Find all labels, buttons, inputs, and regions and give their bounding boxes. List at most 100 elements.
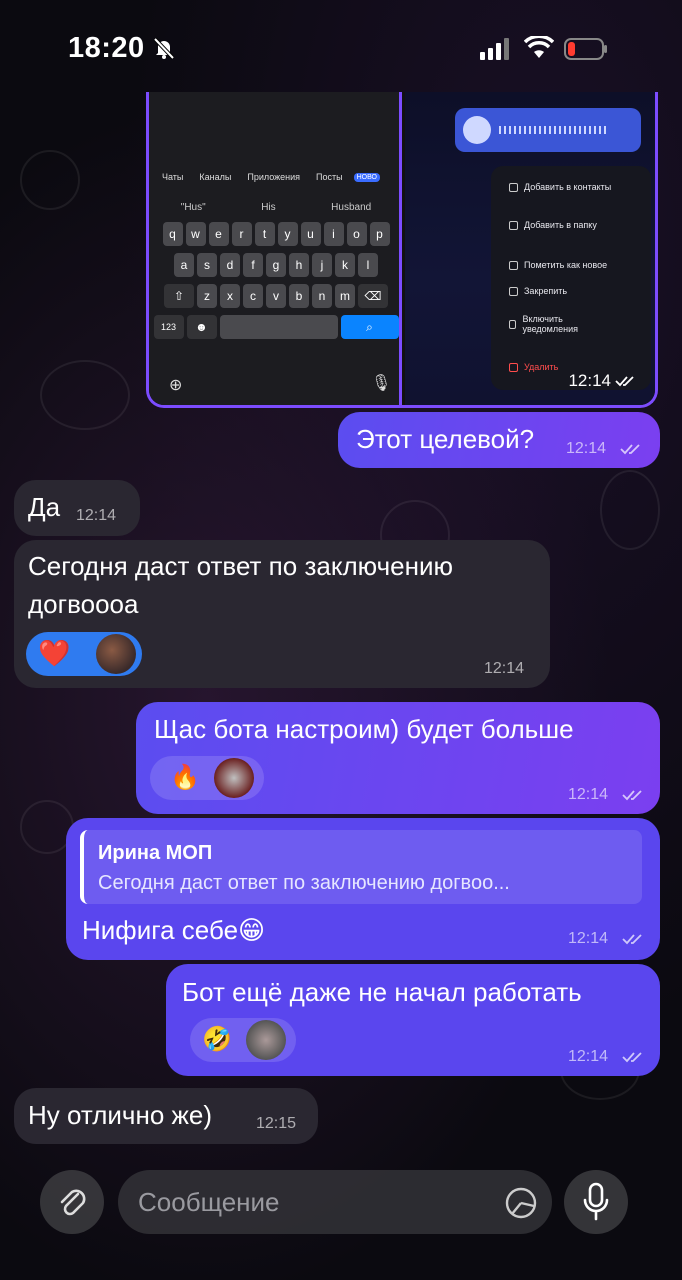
message-input[interactable]: Сообщение [118, 1170, 552, 1234]
outgoing-message-bubble[interactable]: Бот ещё даже не начал работать 🤣 12:14 [166, 964, 660, 1076]
message-text: Ну отлично же) [28, 1100, 213, 1130]
key-c: c [243, 284, 263, 308]
keyboard-row: qwertyuiop [153, 222, 399, 246]
sticker-icon[interactable] [504, 1186, 538, 1220]
keyboard-row: 123 ☻ ⌕ [153, 315, 399, 339]
notification-icon [509, 319, 517, 329]
dictation-icon: 🎙 [371, 375, 392, 392]
context-item: Добавить в папку [509, 220, 597, 230]
context-item-label: Включить уведомления [522, 314, 578, 334]
trash-icon [509, 362, 518, 372]
key-l: l [358, 253, 378, 277]
globe-icon: ⊕ [169, 377, 183, 394]
message-time: 12:14 [568, 786, 609, 803]
reaction-chip[interactable]: 🤣 [190, 1018, 296, 1062]
message-time: 12:15 [256, 1115, 297, 1132]
incoming-message-bubble[interactable]: Сегодня даст ответ по заключению догвооо… [14, 540, 550, 688]
screenshot-context-menu: Добавить в контакты Добавить в папку Пом… [491, 166, 651, 390]
message-text: догвоооа [28, 589, 139, 619]
key-f: f [243, 253, 263, 277]
double-check-icon [622, 790, 642, 801]
search-key: ⌕ [340, 315, 399, 339]
message-text: Да [28, 492, 61, 522]
attach-button[interactable] [40, 1170, 104, 1234]
key-n: n [312, 284, 332, 308]
keyboard-letters: zxcvbnm [197, 284, 355, 308]
message-time: 12:14 [76, 507, 117, 524]
context-item: Добавить в контакты [509, 182, 611, 192]
message-time: 12:14 [568, 1048, 609, 1065]
message-text: Сегодня даст ответ по заключению [28, 551, 453, 581]
screenshot-tab: Чаты [162, 172, 184, 182]
key-r: r [231, 222, 252, 246]
keyboard-bottom-bar: ⊕ 🎙 [149, 367, 402, 405]
heart-reaction: ❤️ [38, 638, 71, 668]
screenshot-keyboard: qwertyuiop asdfghjkl ⇧ zxcvbnm ⌫ 123 ☻ ⌕ [153, 222, 399, 346]
background-doodle [600, 470, 660, 550]
screenshot-suggestion: His [261, 202, 276, 213]
context-item-label: Пометить как новое [524, 260, 608, 270]
bell-slash-icon [153, 37, 175, 60]
screenshot-tab-badge: НОВО [353, 172, 380, 182]
emoji-key: ☻ [186, 315, 217, 339]
avatar [246, 1020, 286, 1060]
microphone-icon [583, 1182, 609, 1221]
context-item-label: Добавить в контакты [524, 182, 612, 192]
key-p: p [369, 222, 390, 246]
image-message[interactable]: Чаты Каналы Приложения Посты НОВО "Hus" … [146, 92, 658, 408]
voice-record-button[interactable] [564, 1170, 628, 1234]
key-q: q [162, 222, 183, 246]
screenshot-suggestions: "Hus" His Husband [153, 202, 399, 213]
avatar [96, 634, 136, 674]
shift-key: ⇧ [164, 284, 194, 308]
key-u: u [300, 222, 321, 246]
message-time-text: 12:14 [568, 371, 611, 390]
message-text: Нифига себе😁 [82, 915, 266, 945]
screenshot-suggestion: Husband [331, 202, 372, 213]
message-text: Бот ещё даже не начал работать [182, 977, 582, 1007]
add-contact-icon [509, 182, 518, 192]
incoming-message-bubble[interactable]: Да 12:14 [14, 480, 140, 536]
key-i: i [323, 222, 344, 246]
screenshot-suggestion: "Hus" [180, 202, 206, 213]
reply-text: Сегодня даст ответ по заключению догвоо.… [98, 872, 510, 894]
reply-author: Ирина МОП [98, 842, 213, 864]
key-x: x [220, 284, 240, 308]
context-item: Закрепить [509, 286, 567, 296]
reaction-chip[interactable]: ❤️ [26, 632, 142, 676]
background-doodle [20, 150, 80, 210]
reply-quote[interactable]: Ирина МОП Сегодня даст ответ по заключен… [80, 830, 642, 904]
outgoing-message-bubble[interactable]: Этот целевой? 12:14 [338, 412, 660, 468]
context-item-label: Удалить [524, 362, 559, 372]
key-z: z [197, 284, 217, 308]
reaction-chip[interactable]: 🔥 [150, 756, 264, 800]
message-text: Щас бота настроим) будет больше [154, 714, 574, 744]
status-bar: 18:20 [0, 0, 682, 92]
keyboard-row: asdfghjkl [153, 253, 399, 277]
outgoing-message-bubble[interactable]: Щас бота настроим) будет больше 🔥 12:14 [136, 702, 660, 814]
waveform [499, 126, 609, 134]
double-check-icon [615, 376, 634, 387]
context-item-label: Добавить в папку [524, 220, 597, 230]
folder-icon [509, 220, 518, 230]
screenshot-voice-message [455, 108, 641, 152]
double-check-icon [622, 934, 642, 945]
screenshot-chat-panel: Добавить в контакты Добавить в папку Пом… [405, 92, 655, 405]
incoming-message-bubble[interactable]: Ну отлично же) 12:15 [14, 1088, 318, 1144]
key-k: k [335, 253, 355, 277]
screenshot-tab: Приложения [247, 172, 301, 182]
signal-icon [480, 38, 509, 60]
message-time: 12:14 [568, 371, 637, 391]
message-time: 12:14 [484, 660, 525, 677]
message-time: 12:14 [568, 930, 609, 947]
key-d: d [220, 253, 240, 277]
key-j: j [312, 253, 332, 277]
context-item-delete: Удалить [509, 362, 558, 372]
battery-low-icon [564, 38, 607, 60]
key-w: w [185, 222, 206, 246]
key-m: m [335, 284, 355, 308]
context-item-label: Закрепить [524, 286, 568, 296]
key-s: s [197, 253, 217, 277]
laughing-reaction: 🤣 [202, 1026, 232, 1053]
screenshot-tab: Посты [316, 172, 343, 182]
